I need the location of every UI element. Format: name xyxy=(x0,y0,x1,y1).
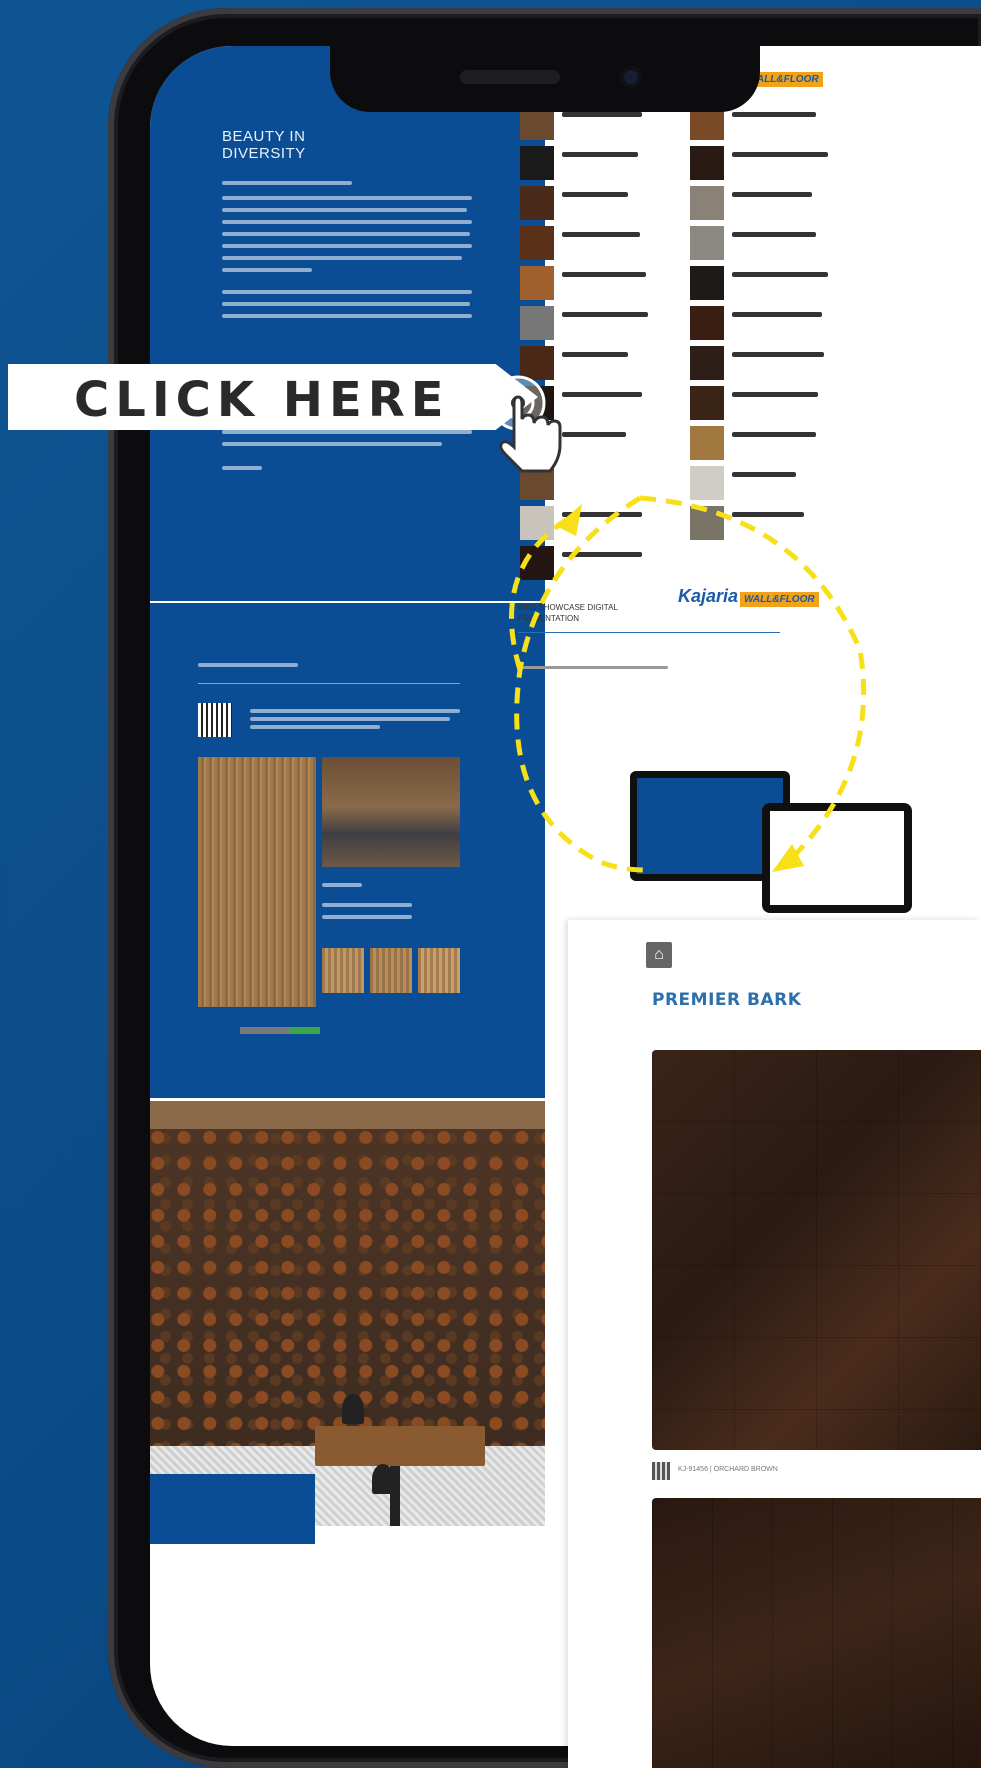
phone-notch xyxy=(330,46,760,112)
hand-pointer-icon xyxy=(490,375,562,473)
tile-preview xyxy=(198,757,316,1007)
flow-arrows xyxy=(509,495,867,873)
tile-image-1[interactable] xyxy=(652,1050,981,1450)
product-popup: ⌂ PREMIER BARK KJ-91456 | ORCHARD BROWN xyxy=(568,920,981,1768)
qr-code xyxy=(198,703,232,737)
popup-title: PREMIER BARK xyxy=(652,990,802,1010)
qr-icon xyxy=(652,1462,670,1480)
click-here-label[interactable]: CLICK HERE xyxy=(74,372,450,428)
caption-block xyxy=(150,1474,315,1544)
tile-image-2[interactable] xyxy=(652,1498,981,1768)
brochure-heading: BEAUTY IN DIVERSITY xyxy=(222,128,306,162)
tile-code: KJ-91456 | ORCHARD BROWN xyxy=(678,1466,778,1473)
